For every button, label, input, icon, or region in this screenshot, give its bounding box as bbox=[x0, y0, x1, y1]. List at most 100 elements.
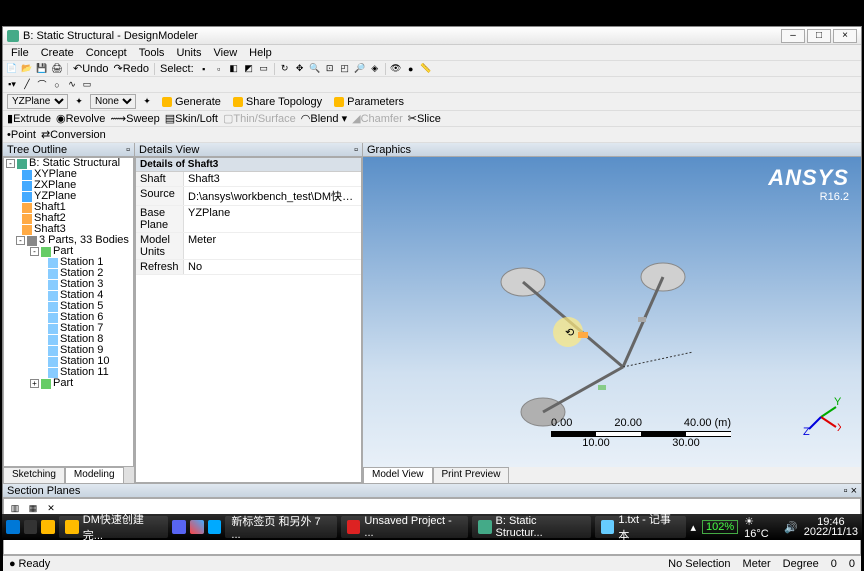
section-header: Section Planes▫ × bbox=[3, 484, 861, 498]
discord-icon[interactable] bbox=[172, 520, 186, 534]
zoom-box-icon[interactable]: ◰ bbox=[338, 62, 352, 76]
select-face-icon[interactable]: ◧ bbox=[227, 62, 241, 76]
minimize-button[interactable]: – bbox=[781, 29, 805, 43]
rotate-icon[interactable]: ↻ bbox=[278, 62, 292, 76]
maximize-button[interactable]: □ bbox=[807, 29, 831, 43]
menu-view[interactable]: View bbox=[208, 47, 244, 59]
task-edge[interactable]: 新标签页 和另外 7 ... bbox=[225, 516, 336, 538]
tab-sketching[interactable]: Sketching bbox=[3, 467, 65, 483]
parameters-button[interactable]: Parameters bbox=[330, 95, 408, 109]
tree-outline[interactable]: -B: Static Structural XYPlane ZXPlane YZ… bbox=[3, 157, 134, 467]
magnifier-icon[interactable]: 🔎 bbox=[353, 62, 367, 76]
look-at-icon[interactable]: 👁 bbox=[389, 62, 403, 76]
toolbar-main: 📄 📂 💾 🖨 ↶Undo ↷Redo Select: ▪ ▫ ◧ ◩ ▭ ↻ … bbox=[3, 61, 861, 77]
taskbar[interactable]: DM快速创建完... 新标签页 和另外 7 ... Unsaved Projec… bbox=[2, 514, 862, 540]
select-body-icon[interactable]: ◩ bbox=[242, 62, 256, 76]
skinloft-button[interactable]: ▤Skin/Loft bbox=[163, 112, 220, 125]
triad-icon[interactable]: Y X Z bbox=[801, 397, 841, 437]
zoom-fit-icon[interactable]: ⊡ bbox=[323, 62, 337, 76]
edit-section-icon[interactable]: ▦ bbox=[26, 501, 40, 515]
graphics-viewport[interactable]: ⟲ ANSYS R16.2 0.0020.0040.00 (m) 10.0030… bbox=[363, 157, 861, 467]
tab-printpreview[interactable]: Print Preview bbox=[433, 467, 510, 483]
circle-icon[interactable]: ○ bbox=[50, 78, 64, 92]
task-notepad[interactable]: 1.txt - 记事本 bbox=[595, 516, 687, 538]
scale-bar: 0.0020.0040.00 (m) 10.0030.00 bbox=[551, 417, 731, 449]
point-button[interactable]: •Point bbox=[5, 129, 38, 141]
sweep-button[interactable]: ⟿Sweep bbox=[108, 112, 161, 125]
thinsurface-button[interactable]: ▢Thin/Surface bbox=[221, 112, 298, 125]
arc-icon[interactable]: ⌒ bbox=[35, 78, 49, 92]
new-sketch-icon[interactable]: ✦ bbox=[140, 95, 154, 109]
delete-section-icon[interactable]: ✕ bbox=[44, 501, 58, 515]
expand-icon[interactable]: - bbox=[6, 159, 15, 168]
det-source-lbl: Source bbox=[136, 187, 184, 205]
explorer-icon[interactable] bbox=[41, 520, 55, 534]
expand-icon[interactable]: - bbox=[16, 236, 25, 245]
chamfer-button[interactable]: ◢Chamfer bbox=[350, 112, 405, 125]
menu-units[interactable]: Units bbox=[170, 47, 207, 59]
status-val1: 0 bbox=[831, 558, 837, 570]
status-angle-unit: Degree bbox=[783, 558, 819, 570]
extrude-button[interactable]: ▮Extrude bbox=[5, 112, 53, 125]
expand-icon[interactable]: - bbox=[30, 247, 39, 256]
pan-icon[interactable]: ✥ bbox=[293, 62, 307, 76]
share-topology-button[interactable]: Share Topology bbox=[229, 95, 326, 109]
chrome-icon[interactable] bbox=[190, 520, 204, 534]
tree-header: Tree Outline▫ bbox=[3, 143, 134, 157]
rect-icon[interactable]: ▭ bbox=[80, 78, 94, 92]
spline-icon[interactable]: ∿ bbox=[65, 78, 79, 92]
print-icon[interactable]: 🖨 bbox=[50, 62, 64, 76]
det-units-val[interactable]: Meter bbox=[184, 233, 361, 259]
det-refresh-val[interactable]: No bbox=[184, 260, 361, 274]
color-icon[interactable]: ▪▾ bbox=[5, 78, 19, 92]
select-label: Select: bbox=[158, 63, 196, 75]
menu-help[interactable]: Help bbox=[243, 47, 278, 59]
new-icon[interactable]: 📄 bbox=[5, 62, 19, 76]
menu-create[interactable]: Create bbox=[35, 47, 80, 59]
tab-modeling[interactable]: Modeling bbox=[65, 467, 124, 483]
new-plane-icon[interactable]: ✦ bbox=[72, 95, 86, 109]
search-icon[interactable] bbox=[24, 520, 38, 534]
slice-button[interactable]: ✂Slice bbox=[406, 112, 443, 125]
open-icon[interactable]: 📂 bbox=[20, 62, 34, 76]
tab-modelview[interactable]: Model View bbox=[363, 467, 433, 483]
titlebar: B: Static Structural - DesignModeler – □… bbox=[3, 27, 861, 45]
task-workbench[interactable]: Unsaved Project - ... bbox=[341, 516, 468, 538]
ruler-icon[interactable]: 📏 bbox=[419, 62, 433, 76]
svg-text:Y: Y bbox=[834, 397, 841, 408]
view-iso-icon[interactable]: ◈ bbox=[368, 62, 382, 76]
line-icon[interactable]: ╱ bbox=[20, 78, 34, 92]
start-icon[interactable] bbox=[6, 520, 20, 534]
select-edge-icon[interactable]: ▫ bbox=[212, 62, 226, 76]
svg-text:X: X bbox=[837, 422, 841, 434]
expand-icon[interactable]: + bbox=[30, 379, 39, 388]
det-shaft-val[interactable]: Shaft3 bbox=[184, 172, 361, 186]
menu-tools[interactable]: Tools bbox=[133, 47, 171, 59]
redo-button[interactable]: ↷Redo bbox=[112, 62, 152, 75]
clock[interactable]: 19:462022/11/13 bbox=[804, 517, 858, 537]
menu-concept[interactable]: Concept bbox=[80, 47, 133, 59]
add-section-icon[interactable]: ▥ bbox=[8, 501, 22, 515]
menu-file[interactable]: File bbox=[5, 47, 35, 59]
det-source-val[interactable]: D:\ansys\workbench_test\DM快速创建轴系平台\1.txt bbox=[184, 187, 361, 205]
edge-icon[interactable] bbox=[208, 520, 222, 534]
task-dm2[interactable]: B: Static Structur... bbox=[472, 516, 591, 538]
det-shaft-lbl: Shaft bbox=[136, 172, 184, 186]
display-icon[interactable]: ● bbox=[404, 62, 418, 76]
conversion-button[interactable]: ⇄Conversion bbox=[39, 128, 108, 141]
generate-button[interactable]: Generate bbox=[158, 95, 225, 109]
det-baseplane-val[interactable]: YZPlane bbox=[184, 206, 361, 232]
select-box-icon[interactable]: ▭ bbox=[257, 62, 271, 76]
revolve-button[interactable]: ◉Revolve bbox=[54, 112, 107, 125]
select-point-icon[interactable]: ▪ bbox=[197, 62, 211, 76]
save-icon[interactable]: 💾 bbox=[35, 62, 49, 76]
close-button[interactable]: × bbox=[833, 29, 857, 43]
blend-button[interactable]: ◠Blend ▾ bbox=[299, 112, 349, 125]
system-tray[interactable]: ▴ 102% ☀ 16°C 🔊 19:462022/11/13 bbox=[691, 515, 859, 540]
tree-part[interactable]: Part bbox=[53, 378, 73, 389]
undo-button[interactable]: ↶Undo bbox=[71, 62, 111, 75]
plane-select[interactable]: YZPlane bbox=[7, 94, 68, 109]
sketch-select[interactable]: None bbox=[90, 94, 136, 109]
zoom-icon[interactable]: 🔍 bbox=[308, 62, 322, 76]
task-dm[interactable]: DM快速创建完... bbox=[59, 516, 168, 538]
